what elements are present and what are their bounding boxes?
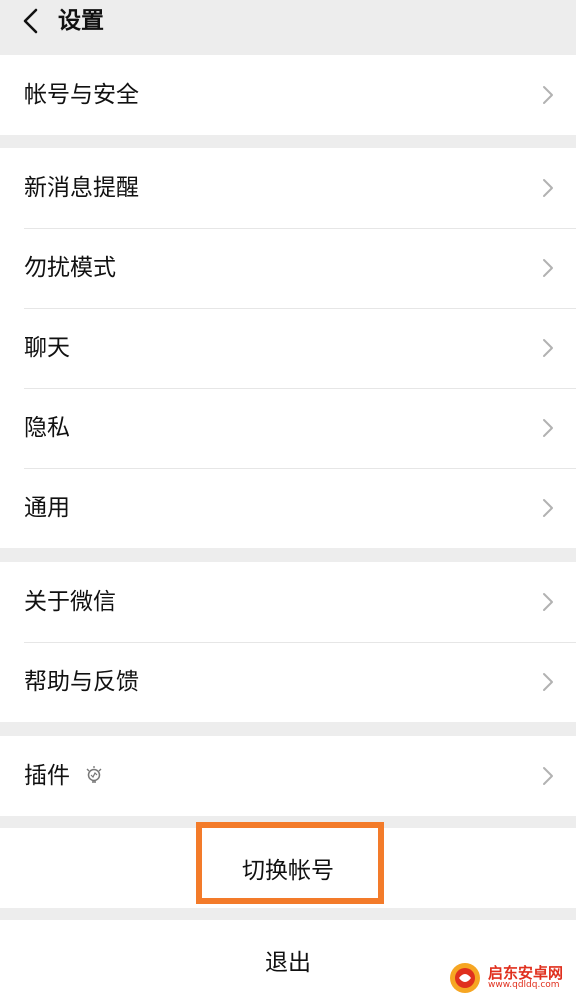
page-title: 设置 <box>58 8 104 34</box>
settings-group-account: 帐号与安全 <box>0 55 576 135</box>
switch-account-label: 切换帐号 <box>242 858 334 884</box>
settings-item-label: 帮助与反馈 <box>24 669 139 695</box>
chevron-right-icon <box>542 468 554 548</box>
settings-item-label: 勿扰模式 <box>24 255 116 281</box>
chevron-right-icon <box>542 388 554 468</box>
settings-item-label: 聊天 <box>24 335 70 361</box>
settings-item-account-security[interactable]: 帐号与安全 <box>0 55 576 135</box>
chevron-right-icon <box>542 642 554 722</box>
chevron-right-icon <box>542 228 554 308</box>
watermark-name: 启东安卓网 <box>488 964 564 982</box>
settings-item-label: 帐号与安全 <box>24 82 139 108</box>
nav-bar: 设置 <box>0 0 576 54</box>
chevron-left-icon <box>23 8 38 34</box>
watermark-logo-icon <box>450 963 480 993</box>
watermark-url: www.qdldq.com <box>488 980 560 990</box>
settings-item-label: 新消息提醒 <box>24 175 139 201</box>
watermark: 启东安卓网 www.qdldq.com <box>448 958 574 998</box>
settings-item-plugins[interactable]: 插件 <box>0 736 576 816</box>
chevron-right-icon <box>542 148 554 228</box>
settings-item-new-message-alerts[interactable]: 新消息提醒 <box>0 148 576 228</box>
settings-item-label: 通用 <box>24 495 70 521</box>
settings-item-label: 隐私 <box>24 415 70 441</box>
switch-account-button[interactable]: 切换帐号 <box>0 828 576 908</box>
settings-group-general: 新消息提醒 勿扰模式 聊天 隐私 通用 <box>0 148 576 548</box>
chevron-right-icon <box>542 308 554 388</box>
settings-item-general[interactable]: 通用 <box>0 468 576 548</box>
settings-item-chat[interactable]: 聊天 <box>0 308 576 388</box>
logout-label: 退出 <box>265 950 311 976</box>
back-button[interactable] <box>16 6 46 36</box>
settings-group-about: 关于微信 帮助与反馈 <box>0 562 576 722</box>
settings-item-label: 插件 <box>24 763 70 789</box>
settings-item-privacy[interactable]: 隐私 <box>0 388 576 468</box>
settings-item-label: 关于微信 <box>24 589 116 615</box>
settings-item-do-not-disturb[interactable]: 勿扰模式 <box>0 228 576 308</box>
chevron-right-icon <box>542 55 554 135</box>
chevron-right-icon <box>542 736 554 816</box>
chevron-right-icon <box>542 562 554 642</box>
settings-item-help-feedback[interactable]: 帮助与反馈 <box>0 642 576 722</box>
settings-group-plugins: 插件 <box>0 736 576 816</box>
lightbulb-icon <box>86 766 102 783</box>
settings-item-about-wechat[interactable]: 关于微信 <box>0 562 576 642</box>
